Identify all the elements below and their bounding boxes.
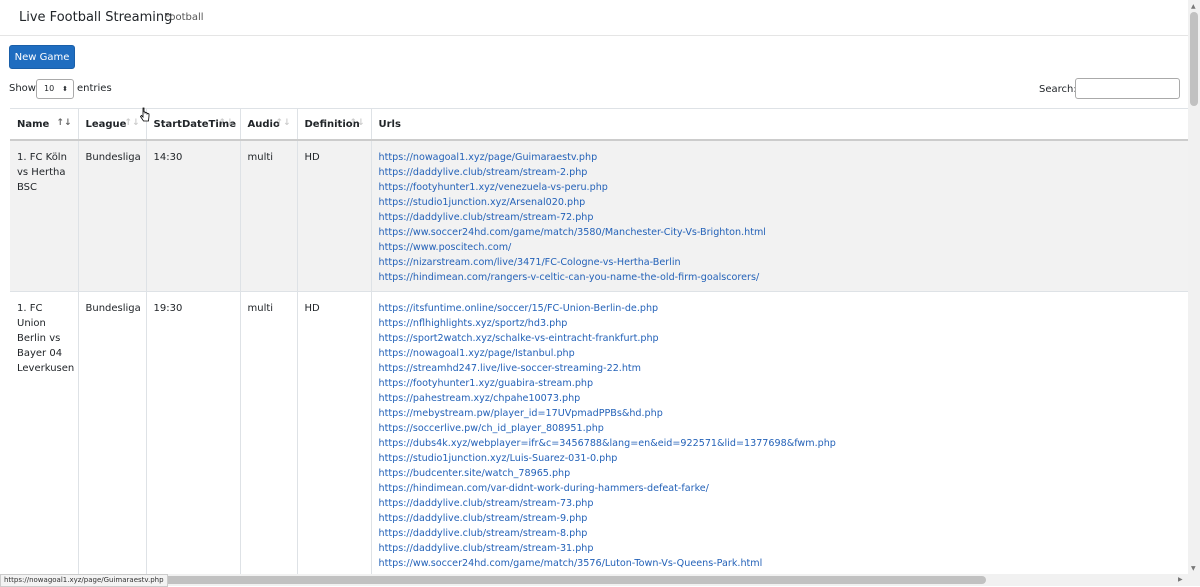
vertical-scrollbar[interactable]: ▲ ▼: [1188, 0, 1200, 586]
search-label: Search:: [1039, 84, 1077, 95]
stream-url-link[interactable]: https://daddylive.club/stream/stream-2.p…: [379, 165, 1185, 180]
scroll-up-arrow-icon[interactable]: ▲: [1191, 3, 1196, 10]
stream-url-link[interactable]: https://www.poscitech.com/: [379, 240, 1185, 255]
show-label: Show: [9, 83, 36, 94]
stream-url-link[interactable]: https://soccerlive.pw/ch_id_player_80895…: [379, 421, 1185, 436]
stream-url-link[interactable]: https://nowagoal1.xyz/page/Guimaraestv.p…: [379, 150, 1185, 165]
stream-url-link[interactable]: https://nowagoal1.xyz/page/Istanbul.php: [379, 346, 1185, 361]
column-header-name[interactable]: Name ↑↓: [10, 108, 78, 141]
column-header-league[interactable]: League ↑↓: [77, 108, 146, 141]
chevron-updown-icon: ⬍: [62, 85, 68, 93]
stream-url-link[interactable]: https://ww.soccer24hd.com/game/match/357…: [379, 556, 1185, 571]
entries-select-value: 10: [44, 84, 55, 93]
entries-label: entries: [77, 83, 112, 94]
column-header-startdatetime[interactable]: StartDateTime ↑↓: [145, 108, 240, 141]
stream-url-link[interactable]: https://footyhunter1.xyz/guabira-stream.…: [379, 376, 1185, 391]
stream-url-link[interactable]: https://hindimean.com/var-didnt-work-dur…: [379, 481, 1185, 496]
stream-url-link[interactable]: https://hindimean.com/rangers-v-celtic-c…: [379, 270, 1185, 285]
table-row: 1. FC Union Berlin vs Bayer 04 Leverkuse…: [10, 291, 1188, 578]
stream-url-link[interactable]: https://pahestream.xyz/chpahe10073.php: [379, 391, 1185, 406]
cell-audio: multi: [239, 140, 297, 292]
stream-url-link[interactable]: https://nizarstream.com/live/3471/FC-Col…: [379, 255, 1185, 270]
stream-url-link[interactable]: https://studio1junction.xyz/Arsenal020.p…: [379, 195, 1185, 210]
nav-link-football[interactable]: Football: [164, 12, 204, 23]
top-navbar: Live Football Streaming Football: [0, 0, 1188, 36]
stream-url-link[interactable]: https://daddylive.club/stream/stream-8.p…: [379, 526, 1185, 541]
cell-league: Bundesliga: [77, 291, 146, 578]
stream-url-link[interactable]: https://studio1junction.xyz/Luis-Suarez-…: [379, 451, 1185, 466]
vertical-scroll-thumb[interactable]: [1190, 12, 1198, 106]
sort-arrows-icon: ↑↓: [275, 118, 291, 128]
cell-start: 14:30: [145, 140, 240, 292]
stream-url-link[interactable]: https://streamhd247.live/live-soccer-str…: [379, 361, 1185, 376]
horizontal-scrollbar[interactable]: ▶: [0, 574, 1188, 586]
new-game-button[interactable]: New Game: [9, 45, 75, 69]
stream-url-link[interactable]: https://itsfuntime.online/soccer/15/FC-U…: [379, 301, 1185, 316]
stream-url-link[interactable]: https://daddylive.club/stream/stream-72.…: [379, 210, 1185, 225]
stream-url-link[interactable]: https://budcenter.site/watch_78965.php: [379, 466, 1185, 481]
cell-urls: https://nowagoal1.xyz/page/Guimaraestv.p…: [370, 140, 1188, 292]
scroll-down-arrow-icon[interactable]: ▼: [1191, 565, 1196, 572]
stream-url-link[interactable]: https://nflhighlights.xyz/sportz/hd3.php: [379, 316, 1185, 331]
table-header-row: Name ↑↓ League ↑↓ StartDateTime ↑↓ Audio ↑↓ …: [10, 108, 1188, 141]
cell-name: 1. FC Köln vs Hertha BSC: [10, 140, 78, 292]
sort-arrows-icon: ↑↓: [218, 118, 234, 128]
cell-audio: multi: [239, 291, 297, 578]
stream-url-link[interactable]: https://ww.soccer24hd.com/game/match/358…: [379, 225, 1185, 240]
stream-url-link[interactable]: https://mebystream.pw/player_id=17UVpmad…: [379, 406, 1185, 421]
stream-url-link[interactable]: https://daddylive.club/stream/stream-9.p…: [379, 511, 1185, 526]
sort-arrows-icon: ↑↓: [349, 118, 365, 128]
sort-arrows-icon: ↑↓: [124, 118, 140, 128]
search-input[interactable]: [1075, 78, 1180, 99]
cell-definition: HD: [296, 291, 371, 578]
stream-url-link[interactable]: https://sport2watch.xyz/schalke-vs-eintr…: [379, 331, 1185, 346]
games-table: Name ↑↓ League ↑↓ StartDateTime ↑↓ Audio ↑↓ …: [10, 108, 1188, 578]
entries-select[interactable]: 10 ⬍: [36, 79, 74, 99]
scroll-right-arrow-icon[interactable]: ▶: [1178, 576, 1183, 583]
cell-definition: HD: [296, 140, 371, 292]
stream-url-link[interactable]: https://daddylive.club/stream/stream-31.…: [379, 541, 1185, 556]
stream-url-link[interactable]: https://footyhunter1.xyz/venezuela-vs-pe…: [379, 180, 1185, 195]
navbar-brand[interactable]: Live Football Streaming: [19, 10, 172, 25]
column-header-urls[interactable]: Urls: [370, 108, 1188, 141]
sort-arrows-icon: ↑↓: [56, 118, 72, 128]
stream-url-link[interactable]: https://daddylive.club/stream/stream-73.…: [379, 496, 1185, 511]
table-row: 1. FC Köln vs Hertha BSC Bundesliga 14:3…: [10, 140, 1188, 292]
cell-urls: https://itsfuntime.online/soccer/15/FC-U…: [370, 291, 1188, 578]
cell-start: 19:30: [145, 291, 240, 578]
cell-name: 1. FC Union Berlin vs Bayer 04 Leverkuse…: [10, 291, 78, 578]
stream-url-link[interactable]: https://dubs4k.xyz/webplayer=ifr&c=34567…: [379, 436, 1185, 451]
column-header-definition[interactable]: Definition ↑↓: [296, 108, 371, 141]
link-status-bar: https://nowagoal1.xyz/page/Guimaraestv.p…: [0, 574, 168, 587]
mouse-pointer-icon: [140, 107, 150, 122]
cell-league: Bundesliga: [77, 140, 146, 292]
column-header-audio[interactable]: Audio ↑↓: [239, 108, 297, 141]
